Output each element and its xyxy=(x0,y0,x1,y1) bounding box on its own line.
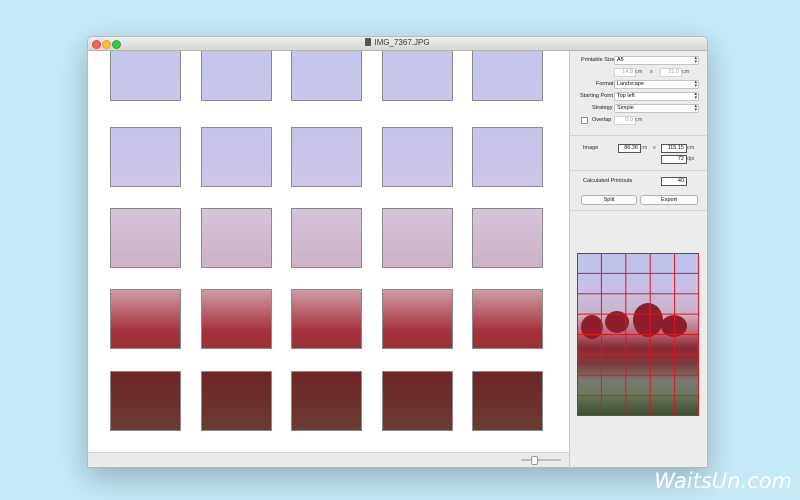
export-button[interactable]: Export xyxy=(640,195,698,205)
page-tile xyxy=(291,127,362,187)
app-window: IMG_7367.JPG Printable Size A5 ▴ ▾ 14.8 c… xyxy=(87,36,708,468)
image-height-field[interactable]: 115.15 xyxy=(661,144,687,153)
page-split-canvas[interactable] xyxy=(88,51,569,452)
page-tile xyxy=(382,289,453,349)
page-tile xyxy=(472,208,543,268)
format-label: Format xyxy=(596,81,614,87)
popup-arrows-icon: ▴ ▾ xyxy=(694,79,697,89)
page-tile xyxy=(291,208,362,268)
watermark-text: WaitsUn.com xyxy=(654,469,792,493)
page-tile xyxy=(110,289,181,349)
popup-arrows-icon: ▴ ▾ xyxy=(694,91,697,101)
popup-arrows-icon: ▴ ▾ xyxy=(694,55,697,65)
zoom-slider[interactable] xyxy=(521,456,561,465)
image-dpi-field[interactable]: 72 xyxy=(661,155,687,164)
page-tile xyxy=(472,127,543,187)
page-tile xyxy=(291,51,362,101)
page-tile xyxy=(382,127,453,187)
window-title-text: IMG_7367.JPG xyxy=(374,38,430,47)
window-title: IMG_7367.JPG xyxy=(88,38,707,47)
paper-height-field[interactable]: 21.0 xyxy=(660,68,682,77)
page-tile xyxy=(382,371,453,431)
page-tile xyxy=(472,289,543,349)
dpi-unit: dpi xyxy=(687,156,695,162)
overlap-checkbox[interactable] xyxy=(581,117,588,124)
split-button[interactable]: Split xyxy=(581,195,637,205)
title-bar: IMG_7367.JPG xyxy=(88,37,707,51)
calculated-printouts-label: Calculated Printouts xyxy=(583,178,633,184)
paper-width-field[interactable]: 14.8 xyxy=(614,68,636,77)
page-tile xyxy=(110,51,181,101)
page-tile xyxy=(201,51,272,101)
format-value: Landscape xyxy=(617,81,644,87)
page-tile xyxy=(201,371,272,431)
page-tile xyxy=(110,208,181,268)
document-icon xyxy=(365,38,372,46)
overlap-field[interactable]: 0.0 xyxy=(614,116,636,125)
divider xyxy=(570,135,707,136)
printable-size-label: Printable Size xyxy=(581,57,615,63)
preview-grid-overlay xyxy=(577,253,699,416)
printable-size-popup[interactable]: A5 ▴ ▾ xyxy=(614,56,699,65)
paper-width-unit: cm xyxy=(635,69,643,75)
calculated-printouts-value: 40 xyxy=(661,177,687,186)
starting-point-label: Starting Point xyxy=(580,93,614,99)
strategy-label: Strategy xyxy=(592,105,613,111)
printable-size-value: A5 xyxy=(617,57,624,63)
page-tile xyxy=(291,371,362,431)
page-tile xyxy=(382,51,453,101)
image-size-label: Image xyxy=(583,145,599,151)
page-tile xyxy=(472,51,543,101)
image-width-unit: cm xyxy=(640,145,648,151)
starting-point-popup[interactable]: Top left ▴ ▾ xyxy=(614,92,699,101)
overlap-unit: cm xyxy=(635,117,643,123)
overlap-label: Overlap xyxy=(592,117,612,123)
status-bar xyxy=(88,452,569,467)
page-tile xyxy=(110,127,181,187)
page-tile xyxy=(201,208,272,268)
paper-height-unit: cm xyxy=(682,69,690,75)
page-tile xyxy=(110,371,181,431)
page-tile xyxy=(472,371,543,431)
image-width-field[interactable]: 86.36 xyxy=(618,144,641,153)
strategy-popup[interactable]: Simple ▴ ▾ xyxy=(614,104,699,113)
page-tile xyxy=(201,127,272,187)
times-sign: x xyxy=(650,69,653,75)
page-tile xyxy=(291,289,362,349)
format-popup[interactable]: Landscape ▴ ▾ xyxy=(614,80,699,89)
popup-arrows-icon: ▴ ▾ xyxy=(694,103,697,113)
strategy-value: Simple xyxy=(617,105,634,111)
divider xyxy=(570,170,707,171)
page-tile xyxy=(201,289,272,349)
page-tile xyxy=(382,208,453,268)
zoom-slider-knob[interactable] xyxy=(531,456,538,465)
times-sign: x xyxy=(653,145,656,151)
starting-point-value: Top left xyxy=(617,93,635,99)
divider xyxy=(570,210,707,211)
split-preview[interactable] xyxy=(577,253,699,416)
image-height-unit: cm xyxy=(687,145,695,151)
